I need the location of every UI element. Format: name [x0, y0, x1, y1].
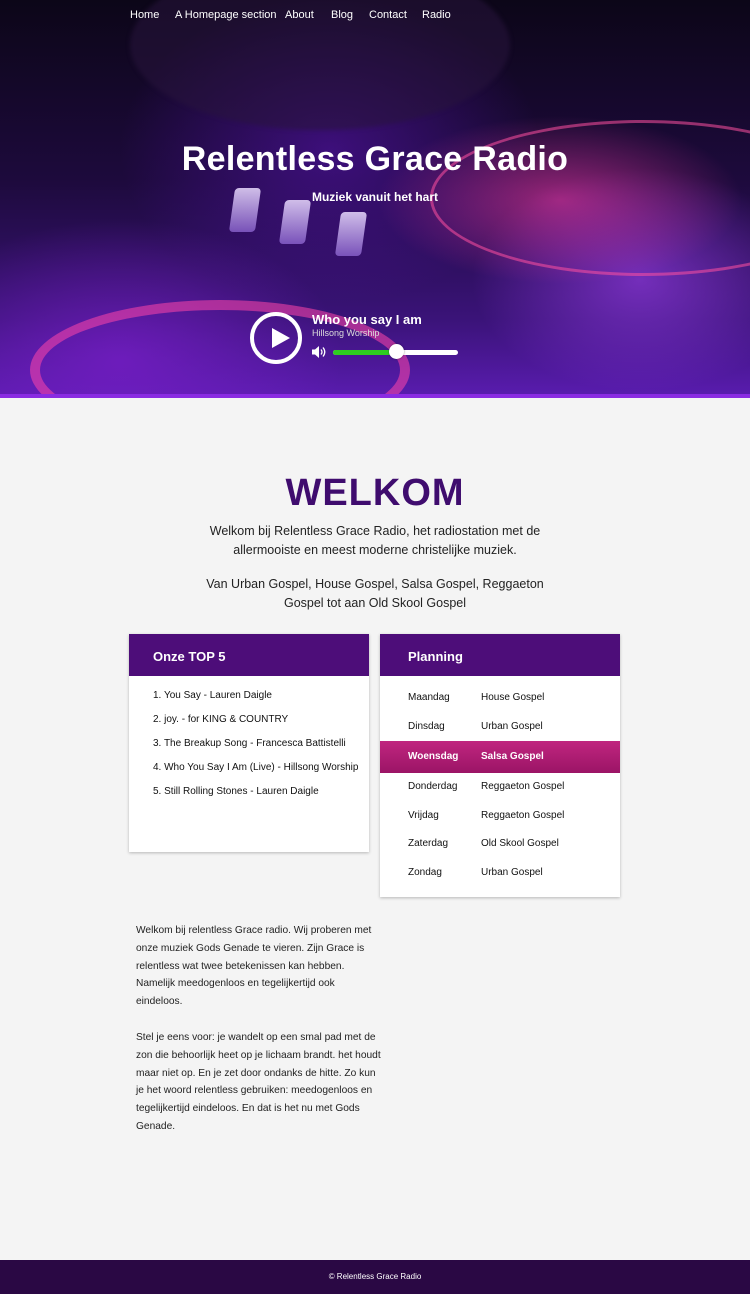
planning-row: Donderdag Reggaeton Gospel	[380, 773, 620, 802]
nav-item-home[interactable]: Home	[130, 9, 159, 21]
hero-divider	[0, 394, 750, 398]
planning-row: Dinsdag Urban Gospel	[380, 713, 620, 742]
top5-item: 4. Who You Say I Am (Live) - Hillsong Wo…	[153, 762, 359, 773]
volume-slider-handle[interactable]	[388, 344, 404, 359]
planning-day: Maandag	[408, 692, 450, 703]
planning-day: Vrijdag	[408, 809, 439, 821]
hero-banner: Home A Homepage section About Blog Conta…	[0, 0, 750, 398]
top5-item: 2. joy. - for KING & COUNTRY	[153, 714, 289, 725]
planning-row: Zaterdag Old Skool Gospel	[380, 830, 620, 859]
hero-background-fader	[278, 200, 312, 244]
nav-item-about[interactable]: About	[285, 9, 314, 21]
planning-row: Zondag Urban Gospel	[380, 859, 620, 888]
planning-day: Woensdag	[408, 751, 459, 762]
about-paragraph-1: Welkom bij relentless Grace radio. Wij p…	[136, 925, 372, 1008]
top5-list: 1. You Say - Lauren Daigle 2. joy. - for…	[129, 676, 369, 804]
volume-slider-fill	[333, 350, 396, 355]
top5-item: 3. The Breakup Song - Francesca Battiste…	[153, 738, 346, 749]
welcome-genres-text: Van Urban Gospel, House Gospel, Salsa Go…	[206, 577, 544, 610]
footer-copyright: © Relentless Grace Radio	[328, 1272, 422, 1281]
nav-item-radio[interactable]: Radio	[422, 9, 451, 21]
volume-slider[interactable]	[333, 344, 458, 359]
planning-card: Planning Maandag House Gospel Dinsdag Ur…	[380, 634, 620, 897]
about-paragraph-2: Stel je eens voor: je wandelt op een sma…	[136, 1032, 381, 1132]
site-title: Relentless Grace Radio	[181, 140, 569, 178]
top5-card-title: Onze TOP 5	[129, 634, 369, 676]
planning-row: Vrijdag Reggaeton Gospel	[380, 802, 620, 831]
now-playing-artist: Hillsong Worship	[312, 328, 380, 338]
top5-item: 5. Still Rolling Stones - Lauren Daigle	[153, 786, 319, 797]
play-icon	[272, 328, 290, 348]
play-button[interactable]	[250, 312, 302, 364]
nav-item-homepage-section[interactable]: A Homepage section	[175, 9, 277, 21]
welcome-heading: WELKOM	[285, 472, 465, 514]
planning-genre: Reggaeton Gospel	[481, 781, 565, 792]
nav-item-contact[interactable]: Contact	[369, 9, 407, 21]
planning-row: Maandag House Gospel	[380, 684, 620, 713]
planning-genre: Old Skool Gospel	[481, 838, 559, 849]
planning-row-active: Woensdag Salsa Gospel	[380, 741, 620, 773]
planning-genre: Urban Gospel	[481, 866, 543, 878]
planning-card-title: Planning	[380, 634, 620, 676]
planning-day: Zondag	[408, 866, 442, 878]
planning-genre: Reggaeton Gospel	[481, 809, 565, 821]
planning-day: Zaterdag	[408, 838, 449, 849]
planning-genre: Salsa Gospel	[481, 751, 544, 762]
planning-table: Maandag House Gospel Dinsdag Urban Gospe…	[380, 676, 620, 887]
hero-background-fader	[334, 212, 368, 256]
planning-day: Donderdag	[408, 781, 458, 792]
planning-genre: Urban Gospel	[481, 720, 543, 732]
top5-card: Onze TOP 5 1. You Say - Lauren Daigle 2.…	[129, 634, 369, 852]
site-subtitle: Muziek vanuit het hart	[311, 190, 439, 204]
planning-genre: House Gospel	[481, 692, 545, 703]
main-nav: Home A Homepage section About Blog Conta…	[0, 0, 750, 30]
speaker-icon[interactable]	[311, 345, 327, 359]
now-playing-title: Who you say I am	[312, 312, 422, 327]
nav-item-blog[interactable]: Blog	[331, 9, 353, 21]
welcome-intro-text: Welkom bij Relentless Grace Radio, het r…	[209, 524, 541, 557]
planning-day: Dinsdag	[408, 720, 445, 732]
footer: © Relentless Grace Radio	[0, 1260, 750, 1294]
top5-item: 1. You Say - Lauren Daigle	[153, 690, 272, 701]
